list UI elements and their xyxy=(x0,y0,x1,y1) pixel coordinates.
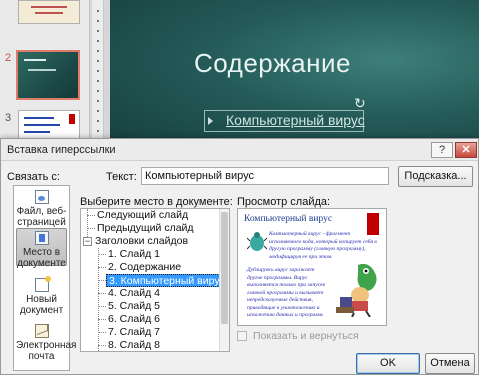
new-document-icon xyxy=(34,276,51,292)
nav-item-label: Место в документе xyxy=(17,247,66,269)
slide-bullet-text[interactable]: Компьютерный вирус xyxy=(226,112,365,128)
bug-illustration-icon xyxy=(247,232,267,251)
collapse-icon[interactable]: − xyxy=(83,237,92,246)
tree-item-slide[interactable]: 2. Содержание xyxy=(108,261,181,274)
scrollbar-thumb[interactable] xyxy=(221,212,228,324)
thumb-text-line xyxy=(24,124,60,126)
dialog-title: Вставка гиперссылки xyxy=(7,144,116,156)
tree-item-slide[interactable]: 4. Слайд 4 xyxy=(108,287,160,300)
nav-item-label: Файл, веб-страницей xyxy=(16,206,67,228)
tree-item-slide[interactable]: 8. Слайд 8 xyxy=(108,339,160,351)
slide-preview: Компьютерный вирус Компьютерный вирус - … xyxy=(237,208,387,326)
link-to-label: Связать с: xyxy=(7,171,60,183)
nav-existing-file-web-page[interactable]: Файл, веб-страницей xyxy=(16,190,67,228)
slide-title[interactable]: Содержание xyxy=(194,48,351,79)
nav-item-label: Новый документ xyxy=(19,294,64,316)
text-to-display-label: Текст: xyxy=(106,171,137,183)
thumb-text-line xyxy=(24,117,54,119)
slide-number-3: 3 xyxy=(5,112,12,124)
thumb-title-line xyxy=(31,6,67,8)
close-button[interactable]: ✕ xyxy=(455,142,477,158)
help-button[interactable]: ? xyxy=(431,142,453,158)
nav-new-document[interactable]: Новый документ xyxy=(16,276,67,316)
nav-item-label: Электронная почта xyxy=(16,340,77,362)
tree-item-slide[interactable]: 6. Слайд 6 xyxy=(108,313,160,326)
cartoon-character-icon xyxy=(336,263,377,317)
slide-thumbnail-2[interactable] xyxy=(16,50,80,100)
select-place-label: Выберите место в документе: xyxy=(80,196,233,208)
tree-item-slide-selected[interactable]: 3. Компьютерный вирус xyxy=(106,274,228,287)
ok-button[interactable]: OK xyxy=(356,353,420,374)
slide-number-2: 2 xyxy=(5,52,12,64)
tree-item-slide[interactable]: 7. Слайд 7 xyxy=(108,326,160,339)
file-web-icon xyxy=(34,190,49,204)
slide-thumbnail-1[interactable] xyxy=(18,0,80,24)
document-place-tree[interactable]: Следующий слайд Предыдущий слайд − Загол… xyxy=(80,208,230,352)
thumb-text-line xyxy=(24,131,50,133)
slide-preview-label: Просмотр слайда: xyxy=(237,196,331,208)
text-to-display-input[interactable] xyxy=(141,167,389,185)
thumb-title-line xyxy=(24,59,46,61)
thumb-red-block xyxy=(69,114,75,124)
thumb-text-line xyxy=(28,69,56,71)
preview-text-2: Дублируясь вирус заражает другие програм… xyxy=(247,267,326,318)
link-to-nav: Файл, веб-страницей Место в документе Но… xyxy=(13,185,76,371)
email-icon xyxy=(34,324,49,338)
preview-slide-title: Компьютерный вирус xyxy=(244,214,333,224)
tree-item-slide[interactable]: 5. Слайд 5 xyxy=(108,300,160,313)
cancel-button[interactable]: Отмена xyxy=(425,353,475,374)
vertical-ruler xyxy=(92,0,104,150)
nav-place-in-document[interactable]: Место в документе xyxy=(16,228,67,269)
tree-item-next-slide[interactable]: Следующий слайд xyxy=(97,209,188,222)
slide-thumbnail-pane: 2 3 xyxy=(0,0,90,150)
show-and-return-label: Показать и вернуться xyxy=(253,330,359,342)
tree-item-previous-slide[interactable]: Предыдущий слайд xyxy=(97,222,194,235)
show-and-return-checkbox[interactable] xyxy=(237,331,247,341)
tree-item-slide-titles[interactable]: Заголовки слайдов xyxy=(95,235,188,248)
thumb-title-line xyxy=(35,12,63,14)
place-in-document-icon xyxy=(34,231,49,245)
tree-scrollbar[interactable] xyxy=(219,209,229,351)
bullet-arrow-icon xyxy=(208,117,213,125)
insert-hyperlink-dialog: Вставка гиперссылки ? ✕ Связать с: Текст… xyxy=(0,138,479,375)
screentip-button[interactable]: Подсказка... xyxy=(398,166,473,187)
nav-email-address[interactable]: Электронная почта xyxy=(16,324,76,362)
slide-canvas[interactable]: Содержание ↻ Компьютерный вирус xyxy=(110,0,479,150)
dialog-titlebar[interactable]: Вставка гиперссылки ? ✕ xyxy=(1,139,478,161)
tree-item-slide[interactable]: 1. Слайд 1 xyxy=(108,248,160,261)
preview-text-1: Компьютерный вирус - фрагмент исполняемо… xyxy=(269,231,377,260)
